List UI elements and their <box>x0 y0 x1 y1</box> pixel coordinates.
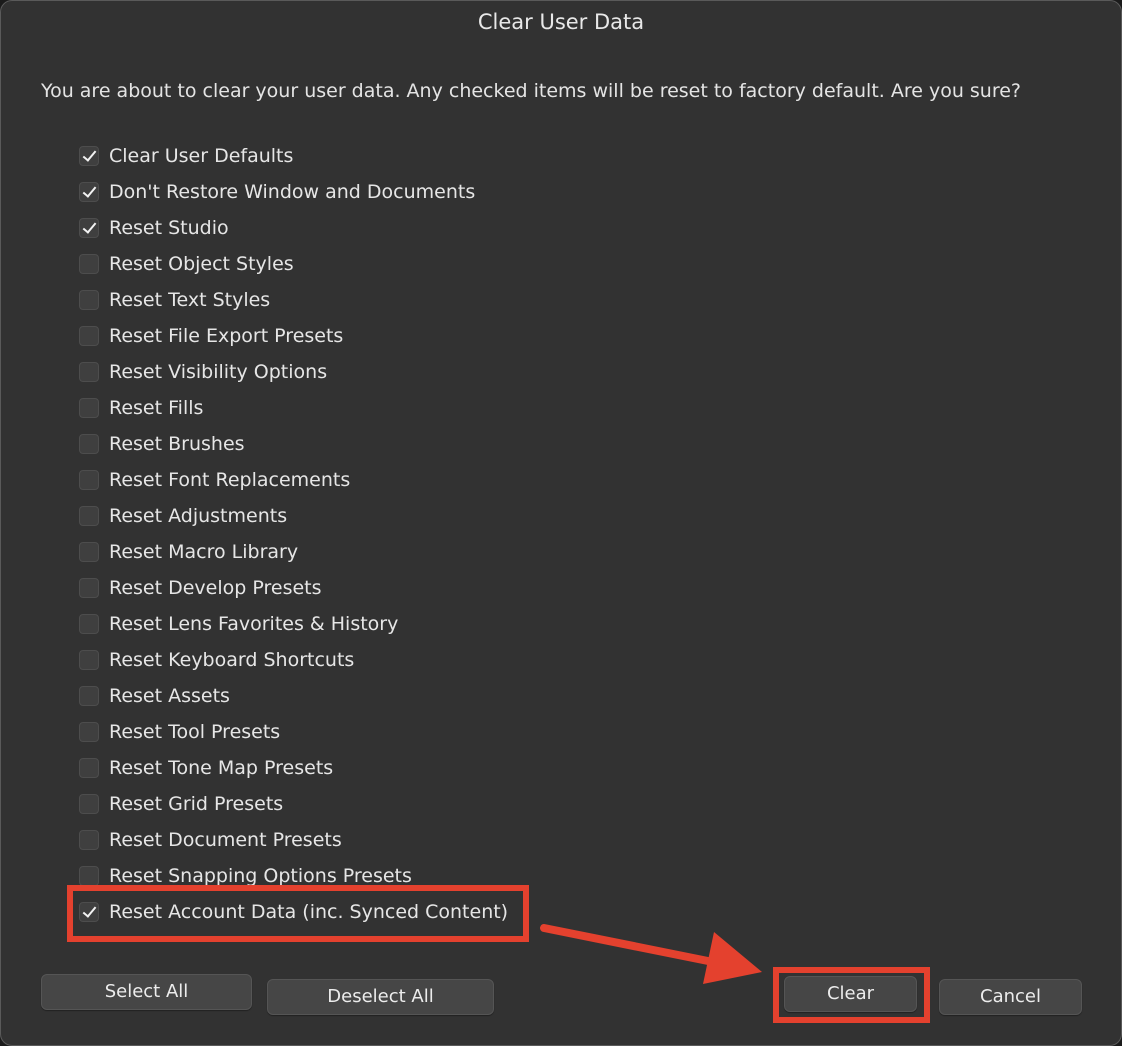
checkbox-unchecked[interactable] <box>79 794 99 814</box>
checkbox-checked[interactable] <box>79 146 99 166</box>
option-row[interactable]: Clear User Defaults <box>79 138 508 174</box>
dialog-message: You are about to clear your user data. A… <box>41 80 1022 102</box>
checkbox-unchecked[interactable] <box>79 542 99 562</box>
options-list: Clear User Defaults Don't Restore Window … <box>79 138 508 930</box>
option-label: Reset File Export Presets <box>109 325 344 347</box>
option-label: Reset Account Data (inc. Synced Content) <box>109 901 509 923</box>
option-row[interactable]: Don't Restore Window and Documents <box>79 174 508 210</box>
option-label: Reset Object Styles <box>109 253 294 275</box>
option-row[interactable]: Reset Lens Favorites & History <box>79 606 508 642</box>
option-label: Reset Text Styles <box>109 289 271 311</box>
option-row[interactable]: Reset Text Styles <box>79 282 508 318</box>
option-label: Reset Brushes <box>109 433 245 455</box>
option-label: Reset Fills <box>109 397 204 419</box>
checkbox-unchecked[interactable] <box>79 650 99 670</box>
option-label: Reset Keyboard Shortcuts <box>109 649 355 671</box>
option-label: Reset Grid Presets <box>109 793 284 815</box>
option-label: Reset Macro Library <box>109 541 299 563</box>
option-row[interactable]: Reset Visibility Options <box>79 354 508 390</box>
option-row[interactable]: Reset Assets <box>79 678 508 714</box>
option-row[interactable]: Reset Studio <box>79 210 508 246</box>
option-row[interactable]: Reset Document Presets <box>79 822 508 858</box>
option-label: Reset Tool Presets <box>109 721 281 743</box>
checkbox-unchecked[interactable] <box>79 758 99 778</box>
option-label: Reset Develop Presets <box>109 577 322 599</box>
option-label: Reset Font Replacements <box>109 469 351 491</box>
checkbox-unchecked[interactable] <box>79 254 99 274</box>
clear-user-data-dialog: Clear User Data You are about to clear y… <box>0 0 1122 1046</box>
checkbox-unchecked[interactable] <box>79 866 99 886</box>
option-row[interactable]: Reset Tool Presets <box>79 714 508 750</box>
deselect-all-button[interactable]: Deselect All <box>267 979 494 1015</box>
clear-button[interactable]: Clear <box>784 976 917 1012</box>
option-label: Clear User Defaults <box>109 145 294 167</box>
checkbox-unchecked[interactable] <box>79 326 99 346</box>
select-all-button[interactable]: Select All <box>41 974 252 1010</box>
option-row[interactable]: Reset Brushes <box>79 426 508 462</box>
cancel-button[interactable]: Cancel <box>939 979 1082 1015</box>
option-row[interactable]: Reset Account Data (inc. Synced Content) <box>79 894 508 930</box>
dialog-title: Clear User Data <box>477 10 645 34</box>
checkbox-unchecked[interactable] <box>79 830 99 850</box>
option-row[interactable]: Reset Snapping Options Presets <box>79 858 508 894</box>
option-label: Reset Snapping Options Presets <box>109 865 412 887</box>
checkbox-unchecked[interactable] <box>79 398 99 418</box>
checkbox-checked[interactable] <box>79 902 99 922</box>
option-row[interactable]: Reset Font Replacements <box>79 462 508 498</box>
option-row[interactable]: Reset Keyboard Shortcuts <box>79 642 508 678</box>
checkbox-unchecked[interactable] <box>79 434 99 454</box>
option-row[interactable]: Reset Grid Presets <box>79 786 508 822</box>
option-label: Reset Visibility Options <box>109 361 328 383</box>
checkbox-unchecked[interactable] <box>79 290 99 310</box>
checkbox-unchecked[interactable] <box>79 722 99 742</box>
option-row[interactable]: Reset Object Styles <box>79 246 508 282</box>
option-label: Reset Adjustments <box>109 505 288 527</box>
option-row[interactable]: Reset Fills <box>79 390 508 426</box>
checkbox-unchecked[interactable] <box>79 470 99 490</box>
option-label: Reset Document Presets <box>109 829 342 851</box>
option-label: Reset Studio <box>109 217 229 239</box>
checkbox-unchecked[interactable] <box>79 686 99 706</box>
option-label: Don't Restore Window and Documents <box>109 181 476 203</box>
option-row[interactable]: Reset Adjustments <box>79 498 508 534</box>
checkbox-checked[interactable] <box>79 182 99 202</box>
option-label: Reset Tone Map Presets <box>109 757 334 779</box>
option-row[interactable]: Reset Macro Library <box>79 534 508 570</box>
option-row[interactable]: Reset Tone Map Presets <box>79 750 508 786</box>
checkbox-checked[interactable] <box>79 218 99 238</box>
option-row[interactable]: Reset Develop Presets <box>79 570 508 606</box>
option-row[interactable]: Reset File Export Presets <box>79 318 508 354</box>
option-label: Reset Assets <box>109 685 230 707</box>
checkbox-unchecked[interactable] <box>79 614 99 634</box>
option-label: Reset Lens Favorites & History <box>109 613 399 635</box>
checkbox-unchecked[interactable] <box>79 578 99 598</box>
checkbox-unchecked[interactable] <box>79 506 99 526</box>
checkbox-unchecked[interactable] <box>79 362 99 382</box>
